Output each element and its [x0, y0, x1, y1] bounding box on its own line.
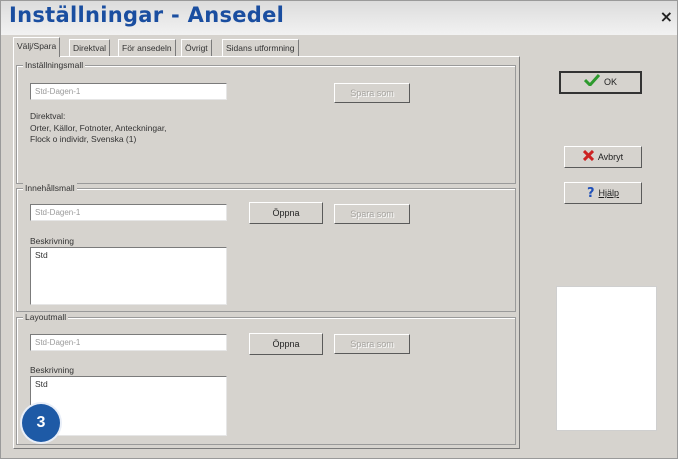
content-description-textarea[interactable]: Std	[30, 247, 227, 305]
close-icon[interactable]: ×	[660, 7, 673, 26]
content-template-field[interactable]: Std-Dagen-1	[30, 204, 227, 221]
settings-save-as-button[interactable]: Spara som	[334, 83, 410, 103]
step-badge: 3	[22, 404, 60, 442]
tab-direktval[interactable]: Direktval	[69, 39, 111, 56]
settings-template-label: Inställningsmall	[23, 60, 86, 70]
content-template-label: Innehållsmall	[23, 183, 77, 193]
layout-template-group: Layoutmall Std-Dagen-1 Öppna Spara som B…	[16, 312, 516, 445]
window-title: Inställningar - Ansedel	[9, 3, 285, 27]
settings-template-field[interactable]: Std-Dagen-1	[30, 83, 227, 100]
layout-save-as-button[interactable]: Spara som	[334, 334, 410, 354]
checkmark-icon	[583, 73, 601, 92]
settings-dialog: Inställningar - Ansedel × Välj/Spara Dir…	[0, 0, 678, 459]
help-label: Hjälp	[598, 188, 620, 198]
content-description-label: Beskrivning	[30, 236, 74, 246]
direct-choice-text-line1: Orter, Källor, Fotnoter, Anteckningar,	[30, 123, 167, 133]
question-mark-icon: ?	[586, 185, 595, 201]
tab-panel: Inställningsmall Std-Dagen-1 Spara som D…	[13, 56, 520, 449]
settings-template-group: Inställningsmall Std-Dagen-1 Spara som D…	[16, 60, 516, 184]
cancel-label: Avbryt	[597, 152, 624, 162]
tab-valj-spara[interactable]: Välj/Spara	[13, 37, 61, 57]
layout-template-field[interactable]: Std-Dagen-1	[30, 334, 227, 351]
direct-choice-label: Direktval:	[30, 111, 66, 121]
tab-sidans-utformning[interactable]: Sidans utformning	[222, 39, 299, 56]
layout-description-label: Beskrivning	[30, 365, 74, 375]
layout-template-label: Layoutmall	[23, 312, 69, 322]
content-template-group: Innehållsmall Std-Dagen-1 Öppna Spara so…	[16, 183, 516, 312]
title-bar: Inställningar - Ansedel ×	[1, 1, 677, 35]
ok-label: OK	[603, 77, 617, 87]
ok-button[interactable]: OK	[559, 71, 642, 94]
cancel-button[interactable]: Avbryt	[564, 146, 642, 168]
help-button[interactable]: ? Hjälp	[564, 182, 642, 204]
tab-for-ansedeln[interactable]: För ansedeln	[118, 39, 176, 56]
content-open-button[interactable]: Öppna	[249, 202, 323, 224]
direct-choice-text-line2: Flock o individr, Svenska (1)	[30, 134, 137, 144]
layout-open-button[interactable]: Öppna	[249, 333, 323, 355]
content-save-as-button[interactable]: Spara som	[334, 204, 410, 224]
preview-area	[556, 286, 657, 431]
cross-icon	[582, 148, 594, 168]
tab-ovrigt[interactable]: Övrigt	[181, 39, 212, 56]
